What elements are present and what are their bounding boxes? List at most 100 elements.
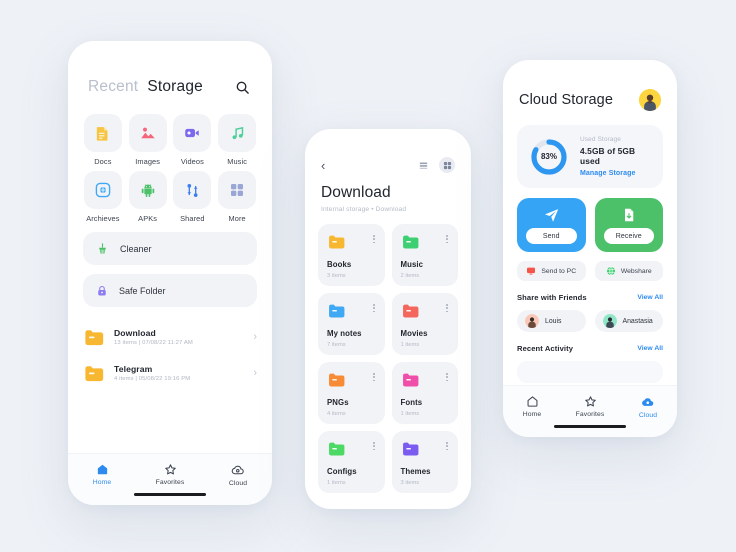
view-all-link[interactable]: View All xyxy=(637,294,663,301)
paper-plane-icon xyxy=(543,207,560,224)
quick-row-cleaner[interactable]: Cleaner xyxy=(83,232,257,265)
view-toggle-group xyxy=(415,157,455,173)
file-name: Fonts xyxy=(400,398,423,407)
file-card-top xyxy=(401,301,451,320)
category-grid: Docs Images Videos Music Archieves APKs … xyxy=(68,97,272,223)
send-button[interactable]: Send xyxy=(526,228,577,244)
category-archieves[interactable]: Archieves xyxy=(82,171,124,223)
file-name: PNGs xyxy=(327,398,349,407)
star-icon xyxy=(584,395,597,408)
file-card[interactable]: Music 2 items xyxy=(391,224,458,286)
file-card[interactable]: My notes 7 items xyxy=(318,293,385,355)
phone-download-folder: ‹ Download Internal storage • Download B… xyxy=(305,129,471,509)
file-meta: 1 items xyxy=(327,480,346,486)
folder-row-telegram[interactable]: Telegram 4 items | 05/08/22 19:16 PM › xyxy=(83,356,257,390)
storage-percent-label: 83% xyxy=(540,152,557,161)
friend-name: Louis xyxy=(545,317,562,325)
kebab-menu-icon[interactable] xyxy=(446,232,450,244)
file-card[interactable]: Books 3 items xyxy=(318,224,385,286)
home-indicator xyxy=(554,424,626,428)
file-meta: 4 items xyxy=(327,411,346,417)
file-meta: 3 items xyxy=(327,273,346,279)
phone3-header: Cloud Storage xyxy=(503,60,677,111)
send-to-pc-button[interactable]: Send to PC xyxy=(517,261,586,281)
quick-row-label: Safe Folder xyxy=(119,285,166,296)
nav-item-cloud[interactable]: Cloud xyxy=(204,463,272,487)
kebab-menu-icon[interactable] xyxy=(446,370,450,382)
kebab-menu-icon[interactable] xyxy=(372,301,377,313)
file-meta: 1 items xyxy=(400,411,420,417)
category-music[interactable]: Music xyxy=(216,114,258,166)
tab-storage[interactable]: Storage xyxy=(147,78,203,96)
page-title: Download xyxy=(321,184,391,201)
category-shared[interactable]: Shared xyxy=(172,171,214,223)
avatar[interactable] xyxy=(639,89,661,111)
file-meta: 7 items xyxy=(327,342,346,348)
home-icon xyxy=(96,463,109,476)
kebab-menu-icon[interactable] xyxy=(372,439,377,451)
file-name: Configs xyxy=(327,467,357,476)
home-indicator xyxy=(134,492,206,496)
receive-button[interactable]: Receive xyxy=(603,228,654,244)
friend-chip-row: Louis Anastasia xyxy=(503,302,677,332)
file-card[interactable]: Configs 1 items xyxy=(318,431,385,493)
category-apks[interactable]: APKs xyxy=(127,171,169,223)
nav-label: Home xyxy=(522,411,542,418)
kebab-menu-icon[interactable] xyxy=(446,439,450,451)
file-name: Books xyxy=(327,260,352,269)
folder-icon xyxy=(327,301,346,320)
file-card[interactable]: PNGs 4 items xyxy=(318,362,385,424)
friend-chip[interactable]: Louis xyxy=(517,310,586,332)
nav-label: Cloud xyxy=(638,412,658,419)
chevron-left-icon[interactable]: ‹ xyxy=(321,159,325,172)
search-icon[interactable] xyxy=(232,77,252,97)
file-name: Movies xyxy=(400,329,428,338)
music-note-icon xyxy=(218,114,257,152)
view-all-link[interactable]: View All xyxy=(637,345,663,352)
file-card[interactable]: Themes 3 items xyxy=(391,431,458,493)
file-card[interactable]: Movies 1 items xyxy=(391,293,458,355)
send-card[interactable]: Send xyxy=(517,198,586,252)
folder-icon xyxy=(401,370,420,389)
nav-item-favorites[interactable]: Favorites xyxy=(561,395,619,418)
folder-row-download[interactable]: Download 13 items | 07/08/22 11:27 AM › xyxy=(83,320,257,354)
secondary-action-row: Send to PC Webshare xyxy=(503,252,677,281)
file-card-top xyxy=(327,439,377,458)
nav-item-favorites[interactable]: Favorites xyxy=(136,463,204,486)
kebab-menu-icon[interactable] xyxy=(372,370,377,382)
folder-icon xyxy=(401,232,420,251)
tab-recent[interactable]: Recent xyxy=(88,78,138,96)
nav-item-cloud[interactable]: Cloud xyxy=(619,395,677,419)
manage-storage-link[interactable]: Manage Storage xyxy=(580,170,651,177)
category-videos[interactable]: Videos xyxy=(172,114,214,166)
friend-chip[interactable]: Anastasia xyxy=(594,310,663,332)
storage-caption: Used Storage xyxy=(580,136,621,143)
file-meta: 3 items xyxy=(400,480,420,486)
folder-icon xyxy=(83,326,105,348)
category-label: Videos xyxy=(180,157,204,166)
star-icon xyxy=(164,463,177,476)
friend-avatar xyxy=(602,314,617,328)
nav-item-home[interactable]: Home xyxy=(68,463,136,486)
file-card[interactable]: Fonts 1 items xyxy=(391,362,458,424)
category-more[interactable]: More xyxy=(216,171,258,223)
kebab-menu-icon[interactable] xyxy=(446,301,450,313)
category-label: Images xyxy=(135,157,161,166)
page-title: Cloud Storage xyxy=(519,92,613,108)
file-download-icon xyxy=(621,207,637,223)
nav-item-home[interactable]: Home xyxy=(503,395,561,418)
webshare-button[interactable]: Webshare xyxy=(594,261,663,281)
category-label: Shared xyxy=(180,214,205,223)
grid-view-icon[interactable] xyxy=(439,157,455,173)
list-view-icon[interactable] xyxy=(415,157,431,173)
folder-icon xyxy=(401,439,420,458)
folder-icon xyxy=(83,362,105,384)
receive-card[interactable]: Receive xyxy=(594,198,663,252)
kebab-menu-icon[interactable] xyxy=(372,232,377,244)
category-images[interactable]: Images xyxy=(127,114,169,166)
video-icon xyxy=(173,114,212,152)
category-label: More xyxy=(228,214,246,223)
category-docs[interactable]: Docs xyxy=(82,114,124,166)
image-icon xyxy=(128,114,167,152)
quick-row-safe-folder[interactable]: Safe Folder xyxy=(83,274,257,307)
